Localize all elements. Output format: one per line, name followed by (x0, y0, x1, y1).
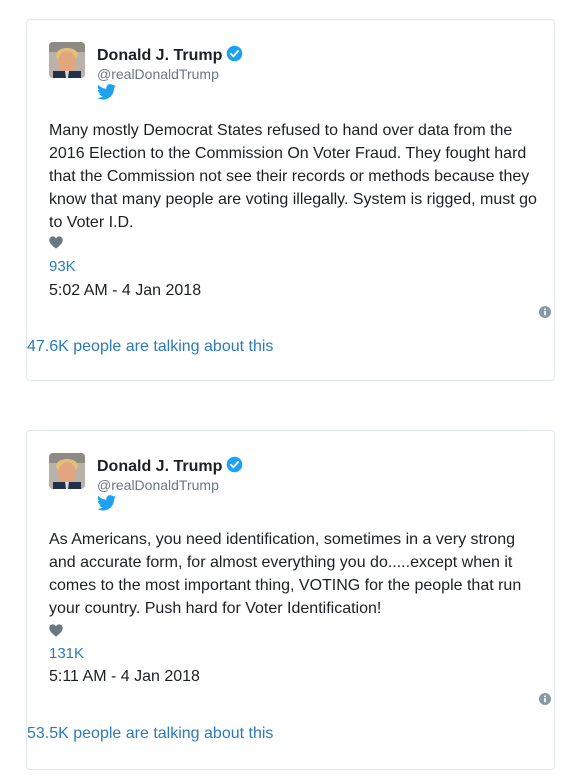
display-name[interactable]: Donald J. Trump (97, 456, 243, 476)
heart-icon[interactable] (49, 624, 63, 637)
display-name[interactable]: Donald J. Trump (97, 45, 243, 65)
tweet-card: Donald J. Trump @realDonaldTrump As Amer… (26, 430, 555, 770)
display-name-text[interactable]: Donald J. Trump (97, 47, 222, 64)
heart-icon[interactable] (49, 236, 63, 249)
info-icon[interactable] (539, 306, 551, 318)
avatar[interactable] (49, 42, 85, 78)
talking-about-link[interactable]: 47.6K people are talking about this (27, 338, 273, 356)
timestamp[interactable]: 5:11 AM - 4 Jan 2018 (49, 668, 200, 686)
like-count[interactable]: 93K (49, 258, 76, 275)
verified-badge-icon (227, 45, 243, 62)
screen-name[interactable]: @realDonaldTrump (97, 66, 219, 82)
info-icon[interactable] (539, 693, 551, 705)
twitter-bird-icon[interactable] (97, 84, 116, 100)
screen-name[interactable]: @realDonaldTrump (97, 477, 219, 493)
talking-about-link[interactable]: 53.5K people are talking about this (27, 725, 273, 743)
display-name-text[interactable]: Donald J. Trump (97, 458, 222, 475)
tweet-card: Donald J. Trump @realDonaldTrump Many mo… (26, 19, 555, 381)
avatar[interactable] (49, 453, 85, 489)
tweet-text: Many mostly Democrat States refused to h… (49, 122, 537, 231)
timestamp[interactable]: 5:02 AM - 4 Jan 2018 (49, 282, 201, 300)
verified-badge-icon (227, 456, 243, 473)
tweet-text: As Americans, you need identification, s… (49, 531, 522, 617)
twitter-bird-icon[interactable] (97, 495, 116, 511)
like-count[interactable]: 131K (49, 645, 84, 662)
